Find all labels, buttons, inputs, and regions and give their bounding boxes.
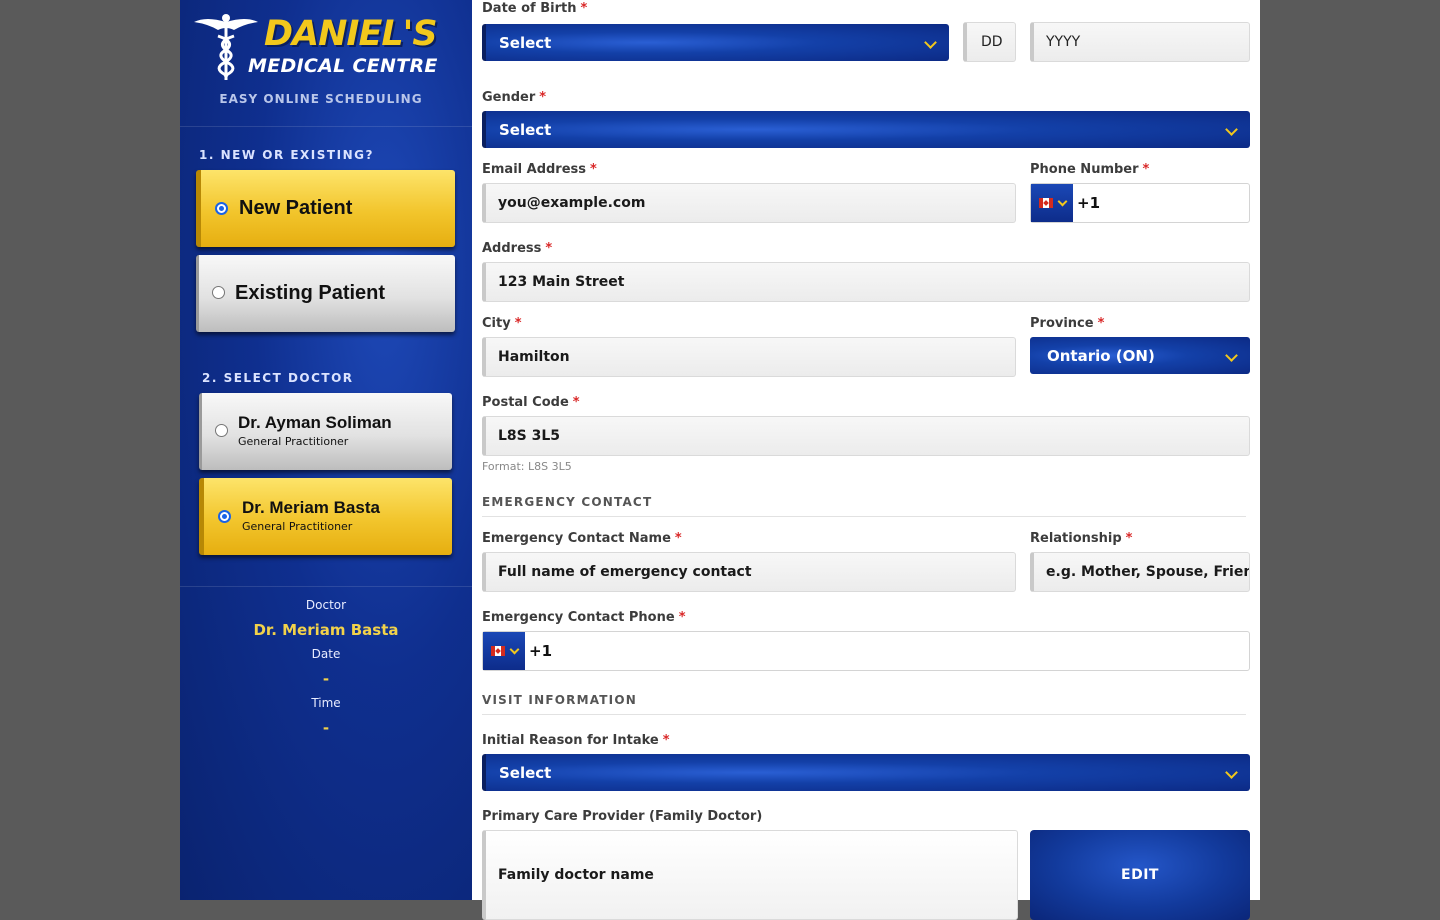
reason-select[interactable]: Select bbox=[482, 754, 1250, 791]
gender-label: Gender * bbox=[482, 90, 547, 105]
summary-time-label: Time bbox=[311, 696, 341, 710]
edit-button[interactable]: EDIT bbox=[1030, 830, 1250, 920]
doctor-soliman-name: Dr. Ayman Soliman bbox=[238, 413, 392, 432]
brand-name: DANIEL'S bbox=[264, 14, 438, 54]
step1-title: 1. NEW OR EXISTING? bbox=[199, 148, 374, 162]
province-label: Province * bbox=[1030, 316, 1105, 331]
canada-flag-icon bbox=[1039, 198, 1053, 208]
brand-subname: MEDICAL CENTRE bbox=[248, 55, 438, 77]
address-label: Address * bbox=[482, 241, 553, 256]
summary-date-label: Date bbox=[311, 647, 341, 661]
city-input[interactable]: Hamilton bbox=[482, 337, 1016, 377]
phone-prefix: +1 bbox=[1077, 194, 1101, 212]
section-divider bbox=[482, 714, 1246, 715]
chevron-down-icon bbox=[1225, 348, 1238, 362]
chevron-down-icon bbox=[509, 644, 520, 655]
dob-year-input[interactable]: YYYY bbox=[1030, 22, 1250, 62]
new-patient-option[interactable]: New Patient bbox=[196, 170, 455, 247]
chevron-down-icon bbox=[1225, 122, 1238, 136]
booking-summary: Doctor Dr. Meriam Basta Date - Time - bbox=[180, 586, 472, 737]
existing-patient-radio[interactable] bbox=[212, 286, 225, 299]
visit-section-title: VISIT INFORMATION bbox=[482, 693, 637, 707]
phone-input[interactable]: +1 bbox=[1030, 183, 1250, 223]
emergency-phone-prefix: +1 bbox=[529, 642, 553, 660]
pcp-input[interactable]: Family doctor name bbox=[482, 830, 1018, 920]
intake-form: Date of Birth * Select DD YYYY Gender * Se… bbox=[472, 0, 1260, 920]
chevron-down-icon bbox=[1057, 196, 1068, 207]
emergency-phone-label: Emergency Contact Phone * bbox=[482, 610, 686, 625]
doctor-option-basta[interactable]: Dr. Meriam Basta General Practitioner bbox=[199, 478, 452, 555]
postal-input[interactable]: L8S 3L5 bbox=[482, 416, 1250, 456]
chevron-down-icon bbox=[1225, 765, 1238, 779]
new-patient-radio[interactable] bbox=[215, 202, 228, 215]
address-input[interactable]: 123 Main Street bbox=[482, 262, 1250, 302]
summary-date-value: - bbox=[322, 670, 330, 688]
email-label: Email Address * bbox=[482, 162, 597, 177]
emergency-phone-input[interactable]: +1 bbox=[482, 631, 1250, 671]
province-select[interactable]: Ontario (ON) bbox=[1030, 337, 1250, 374]
relationship-input[interactable]: e.g. Mother, Spouse, Friend bbox=[1030, 552, 1250, 592]
existing-patient-option[interactable]: Existing Patient bbox=[196, 255, 455, 332]
doctor-option-soliman[interactable]: Dr. Ayman Soliman General Practitioner bbox=[199, 393, 452, 470]
gender-select[interactable]: Select bbox=[482, 111, 1250, 148]
section-divider bbox=[482, 516, 1246, 517]
sidebar: DANIEL'S MEDICAL CENTRE EASY ONLINE SCHE… bbox=[180, 0, 472, 900]
canada-flag-icon bbox=[491, 646, 505, 656]
postal-label: Postal Code * bbox=[482, 395, 580, 410]
brand-tagline: EASY ONLINE SCHEDULING bbox=[219, 92, 423, 106]
relationship-label: Relationship * bbox=[1030, 531, 1133, 546]
emergency-section-title: EMERGENCY CONTACT bbox=[482, 495, 653, 509]
dob-month-value: Select bbox=[499, 33, 552, 52]
gender-value: Select bbox=[499, 120, 552, 139]
logo: DANIEL'S MEDICAL CENTRE EASY ONLINE SCHE… bbox=[180, 0, 472, 127]
summary-time-value: - bbox=[322, 719, 330, 737]
chevron-down-icon bbox=[924, 35, 937, 49]
summary-doctor-value: Dr. Meriam Basta bbox=[253, 621, 399, 639]
doctor-basta-name: Dr. Meriam Basta bbox=[242, 498, 380, 517]
summary-doctor-label: Doctor bbox=[305, 598, 347, 612]
country-code-select[interactable] bbox=[483, 632, 525, 670]
dob-month-select[interactable]: Select bbox=[482, 24, 949, 61]
pcp-label: Primary Care Provider (Family Doctor) bbox=[482, 809, 763, 824]
existing-patient-label: Existing Patient bbox=[235, 282, 386, 304]
emergency-name-input[interactable]: Full name of emergency contact bbox=[482, 552, 1016, 592]
step2-title: 2. SELECT DOCTOR bbox=[202, 371, 354, 385]
doctor-basta-role: General Practitioner bbox=[242, 520, 353, 533]
emergency-name-label: Emergency Contact Name * bbox=[482, 531, 682, 546]
province-value: Ontario (ON) bbox=[1047, 346, 1155, 365]
doctor-soliman-role: General Practitioner bbox=[238, 435, 349, 448]
phone-label: Phone Number * bbox=[1030, 162, 1150, 177]
dob-day-input[interactable]: DD bbox=[963, 22, 1016, 62]
reason-label: Initial Reason for Intake * bbox=[482, 733, 670, 748]
city-label: City * bbox=[482, 316, 522, 331]
dob-label: Date of Birth * bbox=[482, 1, 588, 16]
country-code-select[interactable] bbox=[1031, 184, 1073, 222]
doctor-soliman-radio[interactable] bbox=[215, 424, 228, 437]
postal-hint: Format: L8S 3L5 bbox=[482, 460, 572, 473]
email-input[interactable]: you@example.com bbox=[482, 183, 1016, 223]
new-patient-label: New Patient bbox=[239, 197, 353, 219]
doctor-basta-radio[interactable] bbox=[218, 510, 231, 523]
reason-value: Select bbox=[499, 763, 552, 782]
